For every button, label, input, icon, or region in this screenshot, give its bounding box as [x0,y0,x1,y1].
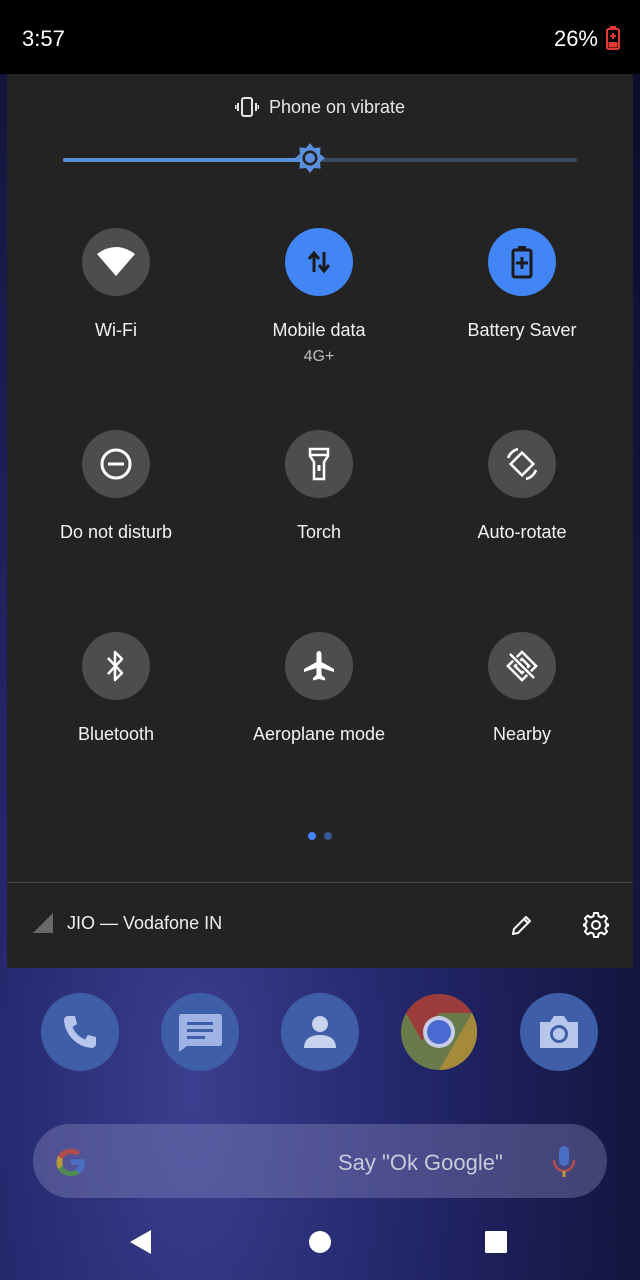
tile-auto-rotate[interactable]: Auto-rotate [422,430,622,580]
tile-aeroplane-mode-button[interactable] [285,632,353,700]
do-not-disturb-icon [100,448,132,480]
tile-do-not-disturb-button[interactable] [82,430,150,498]
settings-icon [583,912,609,938]
home-icon [309,1231,331,1253]
phone-icon [64,1016,96,1048]
tile-mobile-data[interactable]: Mobile data 4G+ [219,228,419,378]
tile-label: Mobile data [272,320,366,340]
edit-button[interactable] [507,910,537,940]
contacts-app[interactable] [281,993,359,1071]
mobile-data-icon [307,250,331,274]
battery-saver-icon [511,246,533,279]
battery-percent: 26% [553,26,598,51]
tile-bluetooth-button[interactable] [82,632,150,700]
tile-label: Aeroplane mode [252,724,386,744]
back-icon [130,1230,151,1254]
carrier-info: JIO — Vodafone IN [33,912,222,938]
battery-charging-low-icon [606,26,620,50]
tile-battery-saver-button[interactable] [488,228,556,296]
tile-torch-button[interactable] [285,430,353,498]
camera-icon [540,1016,578,1048]
contacts-icon [304,1016,336,1048]
tile-mobile-data-button[interactable] [285,228,353,296]
tile-do-not-disturb[interactable]: Do not disturb [16,430,216,580]
brightness-slider[interactable] [63,143,577,173]
google-g-icon [56,1148,85,1176]
recents-icon [485,1231,507,1253]
tile-label: Nearby [492,724,552,744]
ringer-status[interactable]: Phone on vibrate [7,96,633,120]
messages-icon [179,1014,222,1052]
camera-app[interactable] [520,993,598,1071]
tile-auto-rotate-button[interactable] [488,430,556,498]
tile-label: Auto-rotate [477,522,567,542]
tile-aeroplane-mode[interactable]: Aeroplane mode [219,632,419,782]
bluetooth-icon [107,650,124,682]
quick-settings-panel: Phone on vibrate Wi-Fi Mobile data 4G+ B… [7,74,633,968]
tile-wifi[interactable]: Wi-Fi [16,228,216,378]
phone-app[interactable] [41,993,119,1071]
ringer-status-text: Phone on vibrate [268,96,406,117]
mic-icon[interactable] [551,1144,577,1180]
tile-label: Torch [296,522,341,542]
status-time: 3:57 [22,26,65,51]
back-button[interactable] [120,1222,160,1262]
tile-wifi-button[interactable] [82,228,150,296]
nearby-icon [506,650,538,682]
vibrate-icon [234,97,259,118]
tile-label: Do not disturb [59,522,173,542]
wifi-icon [97,247,135,276]
brightness-fill [63,158,310,162]
settings-button[interactable] [581,910,611,940]
signal-icon [33,913,53,934]
tile-battery-saver[interactable]: Battery Saver [422,228,622,378]
torch-icon [308,447,330,481]
brightness-icon[interactable] [293,141,327,175]
search-hint: Say "Ok Google" [338,1150,503,1175]
tile-sublabel: 4G+ [303,348,335,365]
tile-nearby-button[interactable] [488,632,556,700]
page-indicator [308,832,338,842]
status-bar: 3:57 26% [0,0,640,74]
recents-button[interactable] [476,1222,516,1262]
chrome-app[interactable] [400,993,478,1071]
tile-nearby[interactable]: Nearby [422,632,622,782]
auto-rotate-icon [506,447,538,481]
tile-label: Battery Saver [467,320,577,340]
tile-torch[interactable]: Torch [219,430,419,580]
google-search-bar[interactable]: Say "Ok Google" [33,1124,607,1198]
tile-label: Bluetooth [77,724,155,744]
messages-app[interactable] [161,993,239,1071]
tile-label: Wi-Fi [95,320,137,340]
chrome-icon [401,993,478,1071]
page-dot-active [308,832,316,840]
footer-divider [7,882,633,883]
aeroplane-icon [304,651,334,681]
tile-bluetooth[interactable]: Bluetooth [16,632,216,782]
page-dot [324,832,332,840]
edit-icon [512,916,531,935]
home-button[interactable] [300,1222,340,1262]
carrier-name: JIO — Vodafone IN [67,912,223,933]
